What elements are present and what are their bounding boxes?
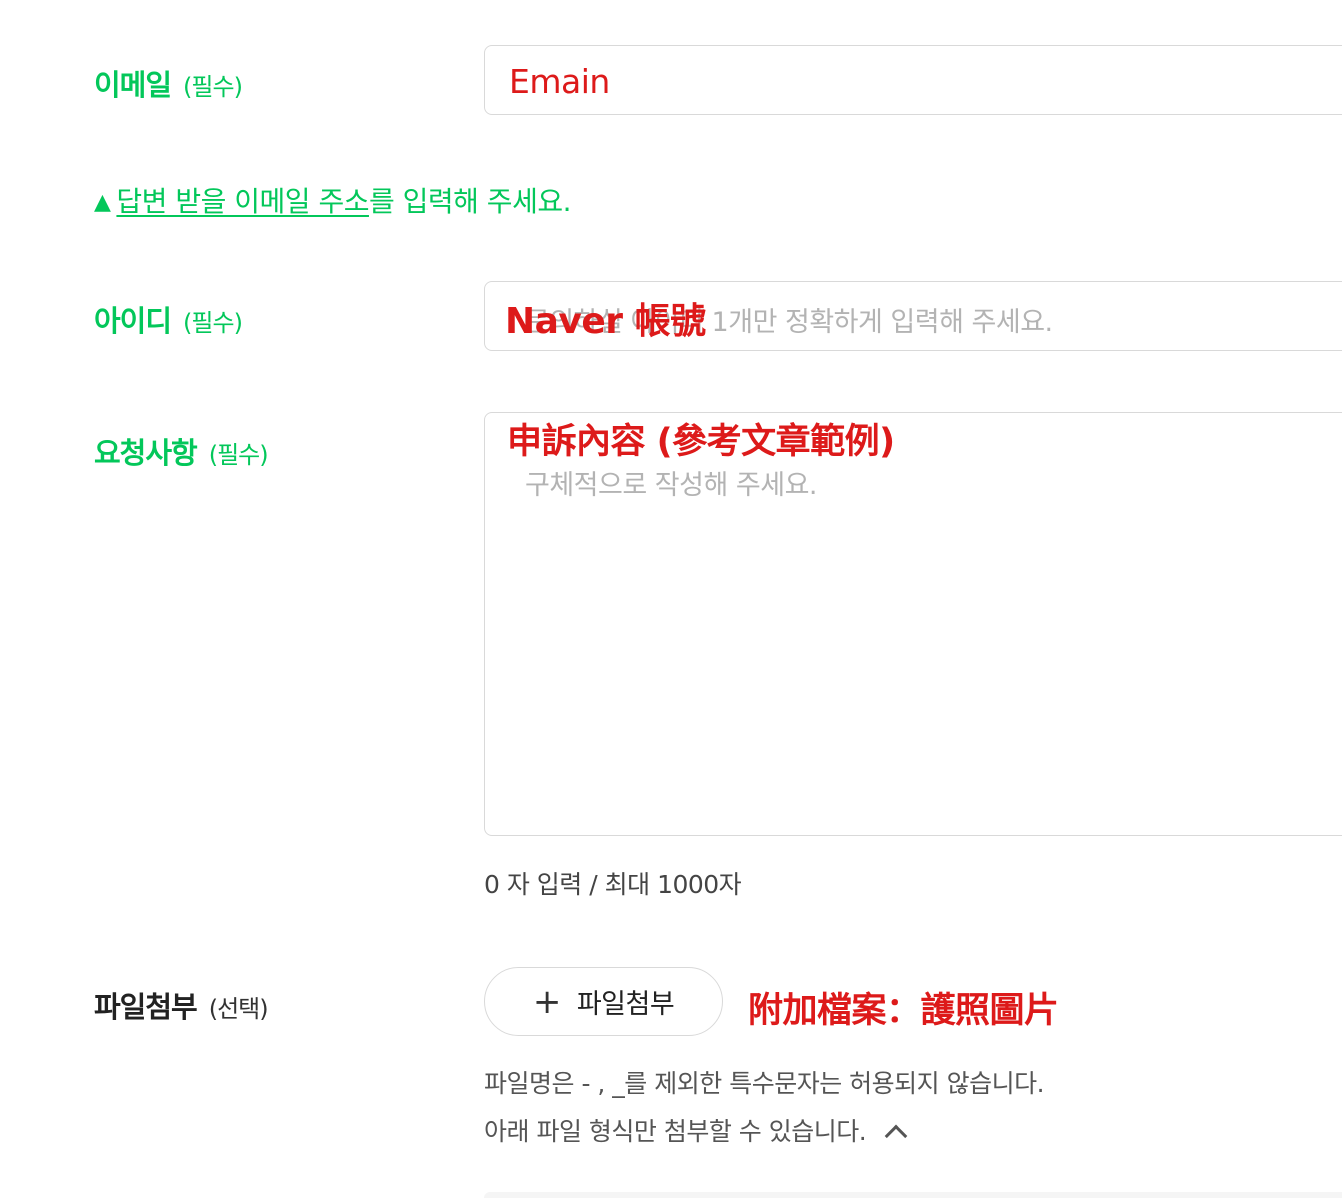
email-label: 이메일 (필수) bbox=[94, 62, 243, 104]
inquiry-form: 이메일 (필수) Emain ▲ 답변 받을 이메일 주소를 입력해 주세요. 아이… bbox=[0, 0, 1342, 1198]
attachment-label-text: 파일첨부 bbox=[94, 990, 198, 1024]
id-field[interactable]: 문의하실 아이디 1개만 정확하게 입력해 주세요. Naver 帳號 bbox=[484, 281, 1342, 351]
id-annotation: Naver 帳號 bbox=[505, 301, 706, 342]
request-annotation: 申訴內容 (參考文章範例) bbox=[507, 422, 895, 462]
email-hint-link[interactable]: 답변 받을 이메일 주소 bbox=[116, 185, 369, 218]
file-format-list bbox=[484, 1192, 1342, 1198]
request-placeholder: 구체적으로 작성해 주세요. bbox=[525, 470, 818, 501]
email-hint-text: 를 입력해 주세요. bbox=[368, 185, 572, 218]
email-required-tag: (필수) bbox=[183, 73, 243, 101]
triangle-up-icon: ▲ bbox=[94, 190, 111, 215]
char-counter: 0 자 입력 / 최대 1000자 bbox=[484, 870, 742, 899]
request-label: 요청사항 (필수) bbox=[94, 430, 269, 472]
attach-file-button-label: 파일첨부 bbox=[576, 989, 675, 1020]
email-value: Emain bbox=[509, 62, 610, 101]
id-label: 아이디 (필수) bbox=[94, 298, 243, 340]
file-format-note-text: 아래 파일 형식만 첨부할 수 있습니다. bbox=[484, 1117, 867, 1146]
id-required-tag: (필수) bbox=[183, 309, 243, 337]
email-hint: ▲ 답변 받을 이메일 주소를 입력해 주세요. bbox=[94, 180, 572, 220]
request-textarea[interactable]: 申訴內容 (參考文章範例) 구체적으로 작성해 주세요. bbox=[484, 412, 1342, 836]
request-label-text: 요청사항 bbox=[94, 436, 198, 470]
attach-file-button[interactable]: + 파일첨부 bbox=[484, 967, 723, 1036]
email-label-text: 이메일 bbox=[94, 68, 172, 102]
id-label-text: 아이디 bbox=[94, 304, 172, 338]
plus-icon: + bbox=[532, 981, 562, 1022]
attachment-optional-tag: (선택) bbox=[208, 995, 269, 1023]
request-required-tag: (필수) bbox=[208, 441, 269, 469]
attachment-label: 파일첨부 (선택) bbox=[94, 984, 269, 1026]
filename-note: 파일명은 - , _를 제외한 특수문자는 허용되지 않습니다. bbox=[484, 1069, 1045, 1098]
attachment-annotation: 附加檔案：護照圖片 bbox=[748, 991, 1059, 1031]
email-field[interactable]: Emain bbox=[484, 45, 1342, 115]
chevron-up-icon[interactable] bbox=[884, 1124, 908, 1148]
file-format-note: 아래 파일 형식만 첨부할 수 있습니다. bbox=[484, 1112, 908, 1148]
